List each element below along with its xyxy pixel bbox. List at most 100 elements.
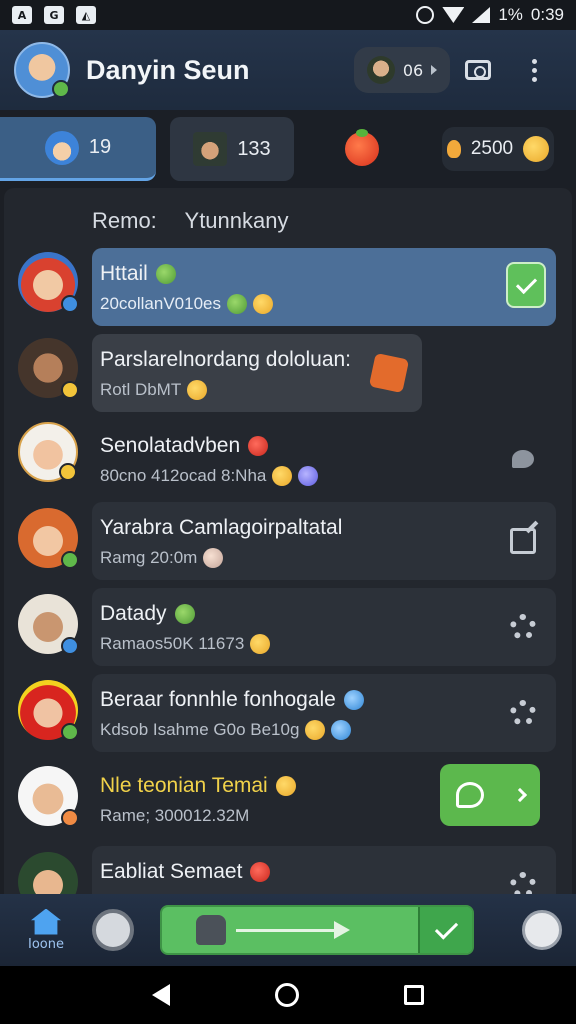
contact-row[interactable]: Nle teonian Temai Rame; 300012.32M [4, 760, 572, 842]
recent-apps-icon[interactable] [403, 985, 424, 1005]
smiley-icon [523, 136, 550, 162]
contact-card[interactable]: Yarabra Camlagoirpaltatal Ramg 20:0m [92, 502, 556, 580]
system-status: 1% 0:39 [416, 5, 564, 25]
message-button[interactable] [504, 440, 542, 478]
chip-avatar [366, 56, 395, 84]
more-vertical-icon [531, 58, 537, 82]
group-avatar-icon [193, 132, 228, 166]
profile-face-icon[interactable] [522, 910, 562, 950]
emoji-icon [203, 548, 224, 568]
contact-sub-line: Rotl DbMT [100, 380, 406, 400]
tab-groups-count: 133 [237, 137, 271, 160]
contact-card[interactable]: Eabliat Semaet [92, 846, 556, 894]
contact-row[interactable]: Parslarelnordang dololuan: Rotl DbMT [4, 334, 572, 416]
contact-row[interactable]: Senolatadvben 80cno 412ocad 8:Nha [4, 420, 572, 502]
check-icon[interactable] [418, 907, 472, 953]
edit-orange-icon [368, 352, 410, 394]
bubble-icon [512, 450, 534, 468]
nav-settings[interactable] [92, 909, 134, 951]
contact-name-line: Datady [100, 602, 540, 626]
progress-slider[interactable] [160, 905, 474, 955]
contact-name-line: Senolatadvben [100, 434, 540, 458]
subheader-label: Remo: [92, 208, 157, 233]
back-icon[interactable] [152, 984, 171, 1006]
notification-icons: A G ◭ [12, 6, 96, 24]
notification-gallery-icon: G [44, 6, 64, 24]
robot-icon [196, 915, 226, 945]
heart-icon [248, 436, 269, 456]
edit-icon [510, 528, 536, 554]
tab-friends-count: 19 [88, 136, 112, 158]
settings-button[interactable] [504, 608, 542, 646]
contact-name: Parslarelnordang dololuan: [100, 348, 352, 371]
app-header: Danyin Seun 06 [0, 30, 576, 110]
contact-sub-line: 20collanV010es [100, 294, 540, 314]
smiley-icon [305, 720, 326, 740]
more-options-button[interactable] [506, 42, 562, 98]
tab-points[interactable]: 2500 [442, 127, 554, 171]
camera-button[interactable] [450, 42, 506, 98]
contact-row[interactable]: Eabliat Semaet [4, 846, 572, 894]
status-badge-icon [59, 463, 77, 481]
edit-button[interactable] [368, 352, 410, 394]
contact-avatar [18, 594, 79, 655]
chat-button[interactable] [440, 764, 540, 826]
blue-hat-avatar-icon [44, 130, 79, 165]
nav-home-label: Ioone [28, 936, 64, 952]
contact-subtitle: Ramg 20:0m [100, 548, 198, 567]
profile-avatar[interactable] [14, 42, 70, 98]
contact-row[interactable]: Datady Ramaos50K 11673 [4, 588, 572, 670]
contact-avatar [18, 852, 78, 894]
status-badge-icon [61, 809, 79, 827]
contact-card[interactable]: Httail 20collanV010es [92, 248, 556, 326]
notification-app-icon: A [12, 6, 32, 24]
contact-row[interactable]: Beraar fonnhle fonhogale Kdsob Isahme G0… [4, 674, 572, 756]
chevron-right-icon [431, 65, 438, 75]
contact-row[interactable]: Httail 20collanV010es [4, 248, 572, 330]
contact-name: Yarabra Camlagoirpaltatal [100, 516, 343, 539]
check-button[interactable] [506, 262, 546, 308]
smiley-icon [272, 466, 293, 486]
emoji-icon [331, 720, 352, 740]
nav-home[interactable]: Ioone [14, 908, 78, 952]
alarm-icon [416, 6, 435, 24]
settings-icon [510, 872, 536, 894]
signal-icon [472, 7, 491, 23]
contact-name-line: Beraar fonnhle fonhogale [100, 688, 540, 712]
emoji-icon [343, 690, 364, 710]
contact-avatar [18, 422, 78, 482]
chip-value: 06 [402, 60, 424, 80]
tab-rewards[interactable] [326, 117, 398, 181]
app-title: Danyin Seun [86, 54, 250, 85]
contact-sub-line: Kdsob Isahme G0o Be10g [100, 720, 540, 740]
status-badge-icon [61, 637, 79, 655]
edit-button[interactable] [504, 522, 542, 560]
contact-row[interactable]: Yarabra Camlagoirpaltatal Ramg 20:0m [4, 502, 572, 584]
contact-name: Eabliat Semaet [100, 860, 243, 883]
settings-button[interactable] [504, 866, 542, 894]
status-badge-icon [61, 295, 79, 313]
tab-row: 19 133 2500 [0, 110, 576, 188]
contact-subtitle: Ramaos50K 11673 [100, 634, 245, 653]
contact-card[interactable]: Nle teonian Temai Rame; 300012.32M [92, 760, 556, 838]
tab-groups[interactable]: 133 [170, 117, 294, 181]
settings-button[interactable] [504, 694, 542, 732]
home-circle-icon[interactable] [274, 983, 299, 1007]
emoji-icon [155, 264, 176, 284]
bottom-navigation: Ioone [0, 894, 576, 966]
contact-card[interactable]: Senolatadvben 80cno 412ocad 8:Nha [92, 420, 556, 498]
contact-card[interactable]: Datady Ramaos50K 11673 [92, 588, 556, 666]
contact-sub-line: Ramg 20:0m [100, 548, 540, 568]
account-switcher[interactable]: 06 [354, 47, 450, 93]
contact-avatar [18, 680, 79, 741]
contact-name: Nle teonian Temai [100, 774, 268, 797]
contact-subtitle: Rotl DbMT [100, 380, 182, 399]
wifi-icon [442, 7, 465, 23]
tab-friends[interactable]: 19 [0, 117, 156, 181]
clock: 0:39 [530, 5, 564, 24]
contact-card[interactable]: Parslarelnordang dololuan: Rotl DbMT [92, 334, 422, 412]
contact-sub-line: 80cno 412ocad 8:Nha [100, 466, 540, 486]
status-bar: A G ◭ 1% 0:39 [0, 0, 576, 30]
contact-card[interactable]: Beraar fonnhle fonhogale Kdsob Isahme G0… [92, 674, 556, 752]
status-badge-icon [61, 723, 79, 741]
